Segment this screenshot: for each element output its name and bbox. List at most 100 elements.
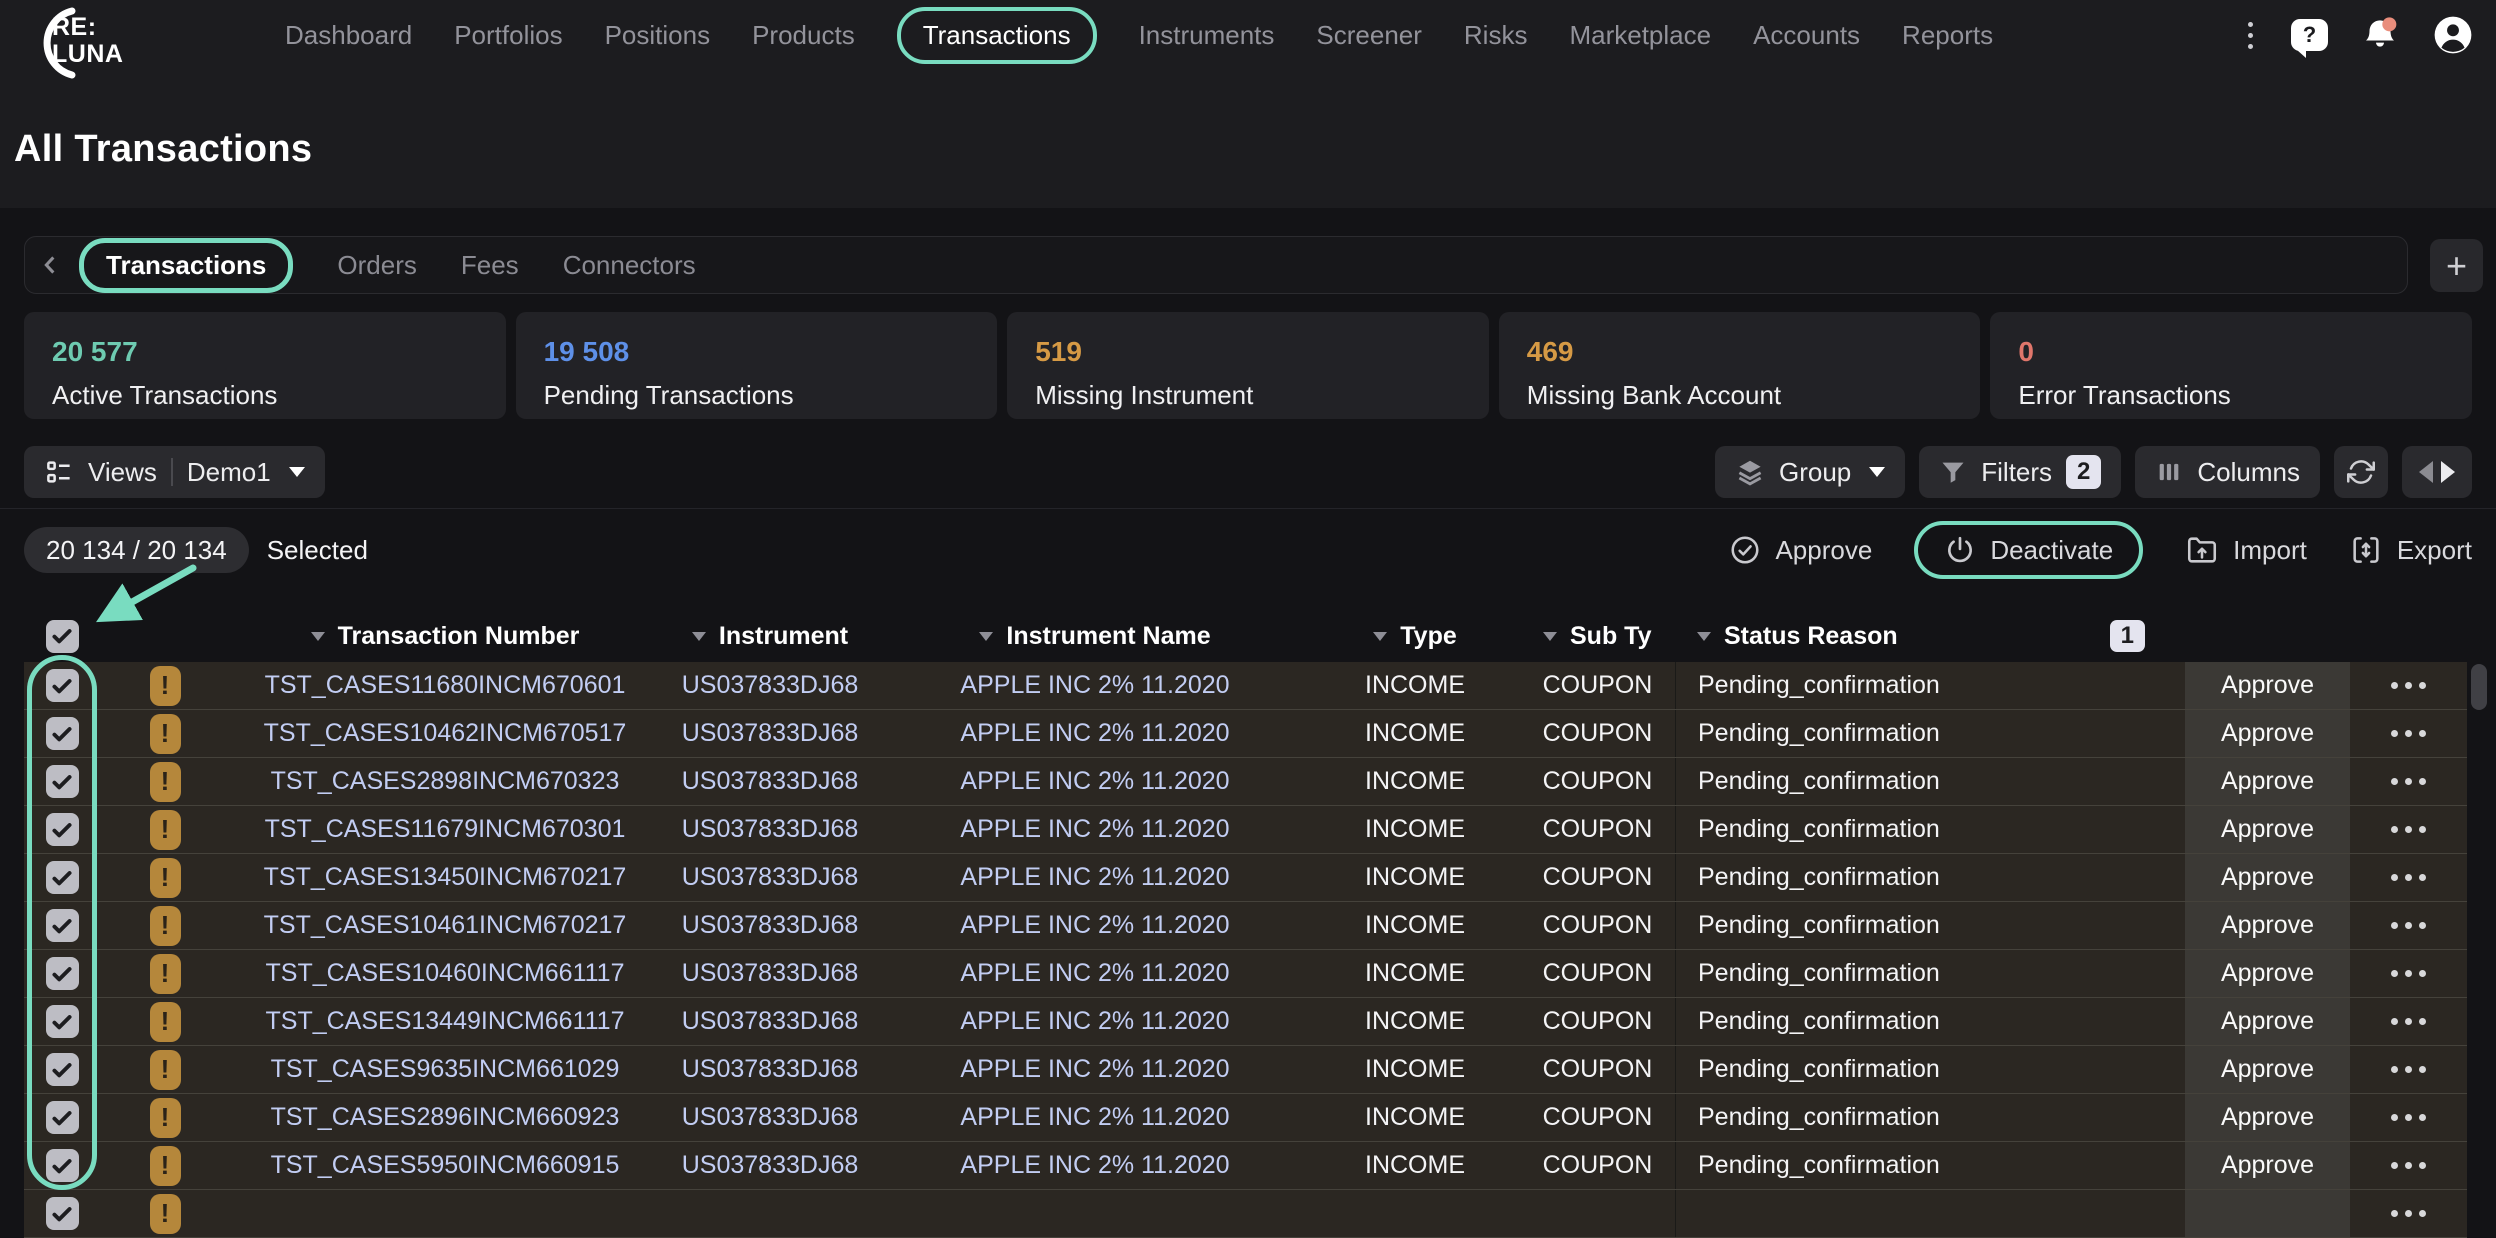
transaction-number-link[interactable]: TST_CASES9635INCM661029 [230,1046,660,1093]
sub-type-cell: COUPON [1520,998,1675,1045]
nav-item[interactable]: Marketplace [1569,20,1711,51]
columns-button[interactable]: Columns [2135,446,2320,498]
toolbar-right: Group Filters 2 Columns [1715,446,2472,498]
transaction-number-link[interactable]: TST_CASES10462INCM670517 [230,710,660,757]
row-approve-button[interactable]: Approve [2185,902,2350,949]
instrument-cell: US037833DJ68 [660,998,880,1045]
row-checkbox[interactable] [46,813,79,846]
row-approve-button[interactable]: Approve [2185,1094,2350,1141]
row-checkbox[interactable] [46,957,79,990]
row-checkbox[interactable] [46,717,79,750]
row-menu-button[interactable] [2350,902,2467,949]
refresh-button[interactable] [2334,446,2388,498]
chevron-down-icon [692,632,706,641]
transaction-number-link[interactable]: TST_CASES10461INCM670217 [230,902,660,949]
tab[interactable]: Orders [337,250,416,281]
nav-item[interactable]: Instruments [1139,20,1275,51]
row-approve-button[interactable]: Approve [2185,758,2350,805]
row-menu-button[interactable] [2350,1046,2467,1093]
export-button[interactable]: Export [2349,533,2472,567]
row-menu-button[interactable] [2350,662,2467,709]
add-view-button[interactable]: + [2430,239,2483,292]
kebab-menu-icon[interactable] [2242,16,2259,55]
column-header-type[interactable]: Type [1310,610,1520,662]
column-header-sub-type[interactable]: Sub Type [1520,610,1675,662]
row-checkbox[interactable] [46,1149,79,1182]
nav-item[interactable]: Transactions [897,7,1097,64]
transaction-number-link[interactable]: TST_CASES10460INCM661117 [230,950,660,997]
row-menu-button[interactable] [2350,758,2467,805]
row-approve-button[interactable]: Approve [2185,1046,2350,1093]
tabs-scroll-left-icon[interactable] [37,251,65,279]
filters-button[interactable]: Filters 2 [1919,446,2121,498]
row-approve-button[interactable] [2185,1190,2350,1237]
stat-card[interactable]: 19 508 Pending Transactions [516,312,998,419]
row-menu-button[interactable] [2350,806,2467,853]
row-approve-button[interactable]: Approve [2185,710,2350,757]
row-menu-button[interactable] [2350,1190,2467,1237]
row-menu-button[interactable] [2350,854,2467,901]
nav-item[interactable]: Dashboard [285,20,412,51]
views-selector[interactable]: Views Demo1 [24,446,325,498]
tab[interactable]: Transactions [79,238,293,293]
transaction-number-link[interactable]: TST_CASES2898INCM670323 [230,758,660,805]
columns-icon [2155,458,2183,486]
row-checkbox[interactable] [46,1053,79,1086]
select-all-checkbox[interactable] [46,620,79,653]
tab[interactable]: Fees [461,250,519,281]
stat-card[interactable]: 519 Missing Instrument [1007,312,1489,419]
transaction-number-link[interactable]: TST_CASES11679INCM670301 [230,806,660,853]
stat-card[interactable]: 0 Error Transactions [1990,312,2472,419]
nav-item[interactable]: Positions [605,20,711,51]
column-header-instrument[interactable]: Instrument [660,610,880,662]
transaction-number-link[interactable]: TST_CASES11680INCM670601 [230,662,660,709]
row-menu-button[interactable] [2350,710,2467,757]
row-approve-button[interactable]: Approve [2185,950,2350,997]
help-icon[interactable]: ? [2291,19,2328,51]
transaction-number-link[interactable]: TST_CASES13450INCM670217 [230,854,660,901]
row-checkbox[interactable] [46,765,79,798]
nav-item[interactable]: Products [752,20,855,51]
next-columns-icon [2441,461,2455,483]
row-checkbox[interactable] [46,669,79,702]
vertical-scrollbar-thumb[interactable] [2471,664,2487,710]
nav-item[interactable]: Reports [1902,20,1993,51]
group-button[interactable]: Group [1715,446,1905,498]
approve-button[interactable]: Approve [1729,534,1872,566]
nav-item[interactable]: Accounts [1753,20,1860,51]
row-menu-button[interactable] [2350,950,2467,997]
notifications-bell-icon[interactable] [2360,15,2400,55]
deactivate-button[interactable]: Deactivate [1914,521,2143,579]
tab[interactable]: Connectors [563,250,696,281]
user-avatar[interactable] [2432,14,2474,56]
nav-item[interactable]: Risks [1464,20,1528,51]
row-approve-button[interactable]: Approve [2185,854,2350,901]
transaction-number-link[interactable]: TST_CASES13449INCM661117 [230,998,660,1045]
row-approve-button[interactable]: Approve [2185,662,2350,709]
instrument-cell: US037833DJ68 [660,950,880,997]
row-approve-button[interactable]: Approve [2185,1142,2350,1189]
import-button[interactable]: Import [2185,533,2307,567]
transaction-number-link[interactable] [230,1190,660,1237]
stat-card[interactable]: 469 Missing Bank Account [1499,312,1981,419]
column-header-status-reason[interactable]: Status Reason 1 [1675,610,2185,662]
row-menu-button[interactable] [2350,998,2467,1045]
row-checkbox[interactable] [46,1005,79,1038]
stat-card[interactable]: 20 577 Active Transactions [24,312,506,419]
row-checkbox[interactable] [46,861,79,894]
row-menu-button[interactable] [2350,1142,2467,1189]
row-checkbox[interactable] [46,1101,79,1134]
transaction-number-link[interactable]: TST_CASES2896INCM660923 [230,1094,660,1141]
column-header-instrument-name[interactable]: Instrument Name [880,610,1310,662]
nav-item[interactable]: Portfolios [454,20,562,51]
brand-logo[interactable]: RE: LUNA [16,4,136,80]
transaction-number-link[interactable]: TST_CASES5950INCM660915 [230,1142,660,1189]
row-menu-button[interactable] [2350,1094,2467,1141]
nav-item[interactable]: Screener [1316,20,1422,51]
row-approve-button[interactable]: Approve [2185,806,2350,853]
column-pager-button[interactable] [2402,446,2472,498]
row-checkbox[interactable] [46,909,79,942]
column-header-transaction-number[interactable]: Transaction Number [230,610,660,662]
row-checkbox[interactable] [46,1197,79,1230]
row-approve-button[interactable]: Approve [2185,998,2350,1045]
